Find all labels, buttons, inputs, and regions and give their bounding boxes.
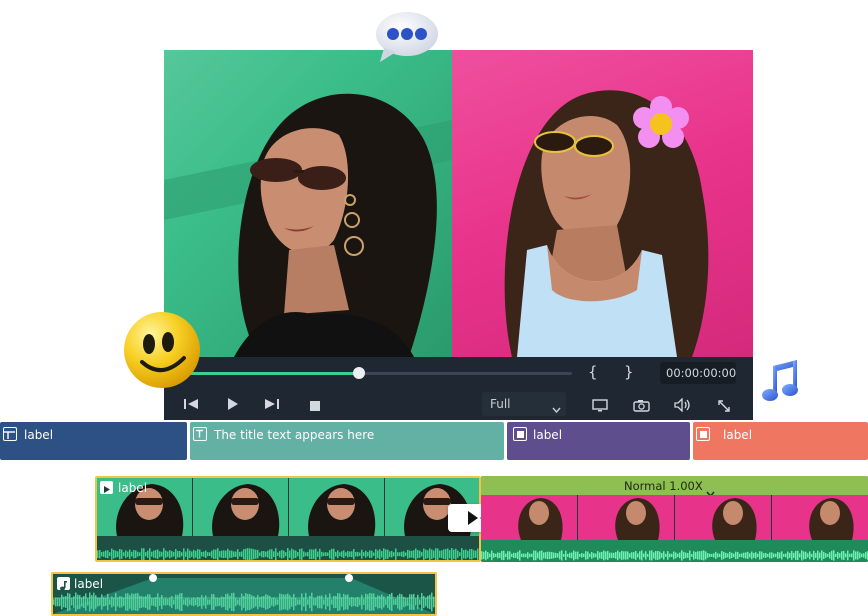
timecode-text: 00:00:00:00 (666, 366, 737, 380)
mark-in-button[interactable]: { (588, 363, 598, 381)
audio-clip[interactable]: label (51, 572, 437, 616)
text-icon (193, 427, 207, 441)
progress-handle[interactable] (352, 367, 365, 379)
track-block-title[interactable]: The title text appears here (190, 422, 504, 460)
zoom-value: Full (490, 397, 511, 411)
music-icon (57, 577, 70, 591)
speech-bubble-sticker (374, 10, 440, 68)
speed-bar[interactable]: Normal 1.00X (481, 476, 868, 498)
step-back-icon[interactable] (184, 398, 200, 414)
smiley-sticker (122, 310, 202, 394)
overlay-icon (513, 427, 527, 441)
track-block-effect[interactable]: label (693, 422, 868, 460)
camera-icon[interactable] (633, 399, 650, 416)
music-note-sticker (759, 358, 801, 408)
flower-sticker (633, 96, 689, 156)
stop-icon[interactable] (310, 399, 320, 415)
volume-icon[interactable] (674, 397, 692, 416)
video-clip-selected[interactable]: label (95, 476, 481, 562)
video-thumbnails (481, 495, 868, 540)
audio-clip-label: label (74, 577, 104, 591)
player-control-bar: { } 00:00:00:00 Full (164, 357, 753, 420)
video-clip-label: label (118, 481, 148, 495)
play-icon[interactable] (227, 397, 239, 415)
audio-waveform (481, 540, 868, 562)
video-clip-pink[interactable]: Normal 1.00X (481, 476, 868, 562)
mark-out-button[interactable]: } (624, 363, 634, 381)
step-forward-icon[interactable] (265, 398, 281, 414)
video-thumbnails (97, 478, 479, 536)
audio-waveform (97, 536, 479, 560)
left-video-frame (164, 50, 452, 357)
display-icon[interactable] (592, 399, 608, 416)
progress-track[interactable] (184, 367, 572, 379)
chevron-down-icon (552, 398, 561, 417)
title-text-label: The title text appears here (214, 428, 375, 442)
effect-icon (696, 427, 710, 441)
right-video-frame (452, 50, 753, 357)
track-block-label: label (24, 428, 54, 442)
speed-label: Normal 1.00X (624, 479, 703, 493)
keyframe-handle[interactable] (345, 574, 353, 582)
progress-fill (184, 372, 359, 375)
zoom-select[interactable]: Full (482, 392, 566, 416)
fullscreen-icon[interactable] (717, 399, 731, 417)
track-block-template[interactable]: label (0, 422, 187, 460)
track-block-label: label (723, 428, 753, 442)
track-block-overlay[interactable]: label (507, 422, 690, 460)
layout-icon (3, 427, 17, 441)
track-block-label: label (533, 428, 563, 442)
video-clip-icon (100, 481, 113, 494)
timecode-display: 00:00:00:00 (660, 362, 736, 384)
keyframe-handle[interactable] (149, 574, 157, 582)
